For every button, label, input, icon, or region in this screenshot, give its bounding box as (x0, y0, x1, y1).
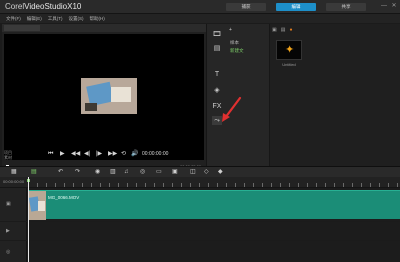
redo-icon[interactable]: ↷ (75, 168, 80, 176)
title-track-header: ◎ (0, 241, 27, 262)
preview-window[interactable] (4, 34, 204, 160)
title-icon[interactable]: T (212, 70, 222, 79)
overlay-track-icon[interactable]: ▶ (6, 228, 10, 234)
menu-tools[interactable]: 工具(T) (48, 16, 63, 22)
library-nav-item[interactable]: 新建文 (230, 48, 244, 54)
player-tab-project[interactable] (4, 25, 40, 31)
play-icon[interactable]: ▶ (60, 151, 65, 157)
preview-frame (81, 78, 137, 114)
custom-path-icon[interactable]: ● (289, 27, 292, 35)
record-icon[interactable]: ◉ (95, 168, 100, 176)
timeline-panel: ▦ ▤ ↶ ↷ ◉ ▥ ♫ ◎ ▭ ▣ ◫ ◇ ◆ 00:00:00:00 ▣ … (0, 166, 400, 262)
fast-forward-icon[interactable]: ▶▶ (108, 151, 117, 157)
menu-bar: 文件(F) 编辑(E) 工具(T) 设置(S) 帮助(H) (0, 14, 400, 23)
playhead[interactable] (28, 177, 29, 262)
library-thumbnail-label: Untitled (282, 62, 296, 67)
step-share[interactable]: 共享 (326, 3, 366, 11)
clip-thumbnail (28, 191, 46, 220)
library-panel: + 样本 新建文 ▣ ▤ ● ✦ Untitled (226, 24, 400, 166)
ruler-timecode: 00:00:00:00 (3, 179, 25, 184)
title-track-icon[interactable]: ◎ (6, 249, 10, 255)
title-bar: CorelVideoStudioX10 捕获 编辑 共享 — ✕ (0, 0, 400, 14)
current-timecode[interactable]: 00:00:00:00 (142, 151, 168, 157)
annotation-arrow (222, 96, 242, 122)
media-icon[interactable]: 🎞 (212, 30, 222, 39)
clip-name: MG_0066.MOV (48, 195, 80, 200)
step-edit[interactable]: 编辑 (276, 3, 316, 11)
minimize-button[interactable]: — (381, 3, 387, 9)
library-thumbnail[interactable]: ✦ (276, 40, 302, 60)
library-toolstrip: 🎞 ▤ T ◈ FX ⤳ (206, 24, 226, 166)
menu-edit[interactable]: 编辑(E) (27, 16, 42, 22)
ruler-ticks (28, 183, 400, 187)
overlay-track[interactable] (27, 222, 400, 240)
rewind-icon[interactable]: ◀◀ (71, 151, 80, 157)
video-track[interactable]: MG_0066.MOV (27, 188, 400, 221)
overlay-track-header: ▶ (0, 222, 27, 240)
zoom-out-icon[interactable]: ◇ (204, 168, 209, 176)
fit-project-icon[interactable]: ◆ (218, 168, 223, 176)
clip-thumb-paper (38, 201, 45, 211)
motion-tracking-icon[interactable]: ◎ (140, 168, 145, 176)
prev-frame-icon[interactable]: ◀| (84, 151, 90, 157)
video-clip[interactable]: MG_0066.MOV (28, 190, 400, 220)
library-nav: + 样本 新建文 (226, 24, 270, 166)
next-frame-icon[interactable]: |▶ (96, 151, 102, 157)
window-controls: — ✕ (381, 3, 397, 9)
view-list-icon[interactable]: ▤ (281, 27, 286, 35)
home-icon[interactable]: ⏮ (48, 151, 53, 157)
undo-icon[interactable]: ↶ (58, 168, 63, 176)
workflow-steps: 捕获 编辑 共享 (226, 3, 366, 11)
video-track-header: ▣ (0, 188, 27, 221)
library-toolbar: ▣ ▤ ● (272, 27, 293, 35)
title-track[interactable] (27, 241, 400, 262)
player-tab-bar (2, 24, 206, 32)
timeline-view-icon[interactable]: ▤ (31, 168, 37, 176)
storyboard-view-icon[interactable]: ▦ (11, 168, 17, 176)
player-panel: 00:00:05:00 (2, 24, 206, 170)
subtitle-editor-icon[interactable]: ▭ (156, 168, 162, 176)
timeline-ruler[interactable]: 00:00:00:00 (0, 177, 400, 188)
app-title: CorelVideoStudioX10 (5, 2, 82, 11)
repeat-icon[interactable]: ⟲ (121, 151, 126, 157)
auto-music-icon[interactable]: ♫ (124, 168, 129, 176)
menu-settings[interactable]: 设置(S) (69, 16, 84, 22)
video-track-icon[interactable]: ▣ (6, 201, 11, 207)
clip-mode-label[interactable]: 素材 (4, 155, 12, 160)
menu-file[interactable]: 文件(F) (6, 16, 21, 22)
mixer-icon[interactable]: ▥ (110, 168, 116, 176)
instant-project-icon[interactable]: ▤ (212, 44, 222, 53)
star-icon: ✦ (285, 44, 295, 56)
view-grid-icon[interactable]: ▣ (272, 27, 277, 35)
add-folder-icon[interactable]: + (229, 27, 232, 33)
library-nav-item[interactable]: 样本 (230, 40, 239, 46)
timeline-toolbar: ▦ ▤ ↶ ↷ ◉ ▥ ♫ ◎ ▭ ▣ ◫ ◇ ◆ (0, 167, 400, 177)
split-screen-icon[interactable]: ◫ (190, 168, 196, 176)
step-capture[interactable]: 捕获 (226, 3, 266, 11)
menu-help[interactable]: 帮助(H) (90, 16, 105, 22)
transition-icon[interactable]: ◈ (212, 86, 222, 95)
preview-paper (111, 87, 131, 102)
close-button[interactable]: ✕ (391, 3, 397, 9)
multi-camera-icon[interactable]: ▣ (172, 168, 178, 176)
preview-shadow (85, 103, 97, 111)
play-mode-labels: 项目 素材 (4, 150, 12, 160)
transport-controls: 项目 素材 ⏮ ▶ ◀◀ ◀| |▶ ▶▶ ⟲ 🔊 00:00:00:00 (2, 148, 206, 162)
volume-icon[interactable]: 🔊 (131, 151, 138, 157)
